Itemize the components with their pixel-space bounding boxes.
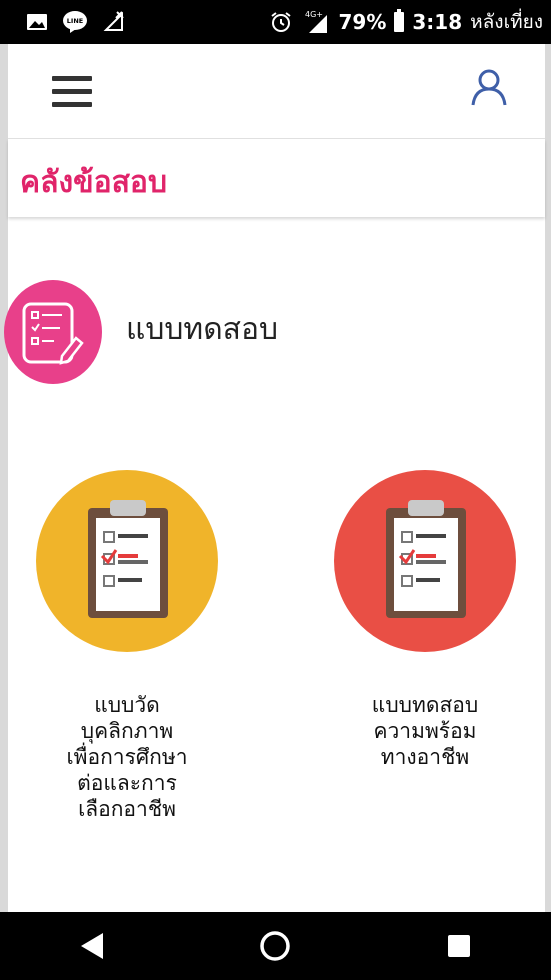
status-right-icons: 4G+ 79% 3:18 หลังเที่ยง xyxy=(269,7,543,37)
network-type-label: 4G+ xyxy=(305,10,323,19)
quiz-card-personality[interactable]: แบบวัด บุคลิกภาพ เพื่อการศึกษา ต่อและการ… xyxy=(32,470,222,822)
status-left-icons: LINE xyxy=(26,10,126,34)
page-title: คลังข้อสอบ xyxy=(20,165,167,200)
recents-square-icon[interactable] xyxy=(429,916,489,976)
signal-blocked-icon xyxy=(103,11,124,31)
left-edge xyxy=(0,0,8,980)
quiz-label-personality: แบบวัด บุคลิกภาพ เพื่อการศึกษา ต่อและการ… xyxy=(66,693,188,821)
home-circle-icon[interactable] xyxy=(245,916,305,976)
page-title-bar: คลังข้อสอบ xyxy=(8,139,545,217)
alarm-clock-icon xyxy=(270,12,291,32)
status-bar: LINE 4G+ 79% 3:18 หลังเที่ยง xyxy=(0,0,551,44)
section-title: แบบทดสอบ xyxy=(126,312,279,347)
hamburger-menu-icon[interactable] xyxy=(52,76,92,108)
clipboard-checklist-icon xyxy=(334,470,516,652)
android-nav-bar xyxy=(0,912,551,980)
battery-percent: 79% xyxy=(338,10,387,34)
back-triangle-icon[interactable] xyxy=(62,916,122,976)
quiz-card-career-readiness[interactable]: แบบทดสอบ ความพร้อม ทางอาชีพ xyxy=(330,470,520,770)
user-profile-icon[interactable] xyxy=(469,68,509,108)
section-icon-circle xyxy=(4,280,102,384)
section-heading: แบบทดสอบ xyxy=(0,278,551,388)
line-app-icon: LINE xyxy=(63,11,87,33)
quiz-label-career-readiness: แบบทดสอบ ความพร้อม ทางอาชีพ xyxy=(371,693,479,769)
app-header xyxy=(8,44,545,139)
checklist-pencil-icon xyxy=(22,302,84,365)
gallery-icon xyxy=(27,14,47,30)
clipboard-checklist-icon xyxy=(36,470,218,652)
battery-icon xyxy=(394,9,405,32)
right-edge xyxy=(545,0,551,980)
line-badge-text: LINE xyxy=(67,17,83,25)
status-time-suffix: หลังเที่ยง xyxy=(470,11,543,33)
mobile-signal-icon: 4G+ xyxy=(305,10,327,33)
status-time: 3:18 xyxy=(412,10,463,34)
